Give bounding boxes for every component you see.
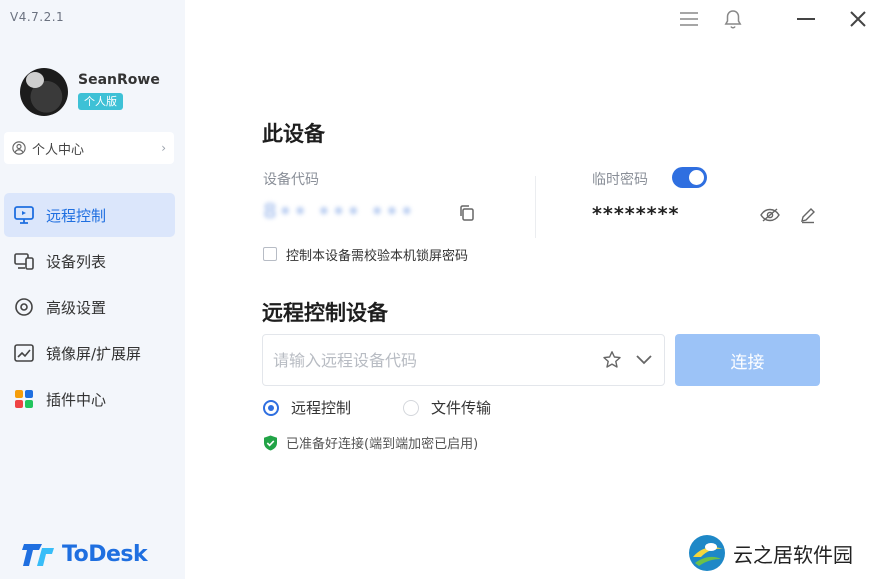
devices-icon — [12, 249, 36, 273]
brand-name: ToDesk — [62, 541, 148, 567]
star-icon — [603, 351, 621, 368]
sidebar-item-label: 镜像屏/扩展屏 — [46, 344, 142, 363]
sidebar-nav: 远程控制 设备列表 高级设置 镜像屏/扩展屏 插件中心 — [0, 193, 185, 423]
device-code-value: 8•• ••• ••• — [263, 199, 416, 223]
mode-file-radio[interactable] — [403, 400, 419, 416]
temp-password-toggle[interactable] — [672, 167, 707, 188]
todesk-window: V4.7.2.1 SeanRowe 个人版 个人中心 › 远程控制 设备列表 高… — [0, 0, 877, 579]
favorite-button[interactable] — [602, 350, 622, 370]
copy-icon — [460, 205, 474, 221]
todesk-logo: ToDesk — [22, 540, 148, 568]
shield-check-icon — [264, 435, 277, 450]
copy-code-button[interactable] — [457, 203, 477, 223]
personal-center-button[interactable]: 个人中心 › — [4, 132, 174, 164]
sidebar-item-label: 插件中心 — [46, 390, 107, 409]
sidebar: V4.7.2.1 SeanRowe 个人版 个人中心 › 远程控制 设备列表 高… — [0, 0, 185, 579]
lock-screen-checkbox[interactable] — [263, 247, 277, 261]
monitor-icon — [12, 203, 36, 227]
temp-password-value: ******** — [592, 203, 680, 225]
sidebar-item-remote-control[interactable]: 远程控制 — [4, 193, 175, 237]
pencil-icon — [801, 208, 815, 224]
user-circle-icon — [12, 141, 26, 155]
remote-code-input[interactable] — [263, 335, 593, 385]
chevron-right-icon: › — [161, 141, 166, 155]
connection-status-text: 已准备好连接(端到端加密已启用) — [286, 437, 479, 452]
vertical-divider — [535, 176, 536, 238]
show-password-button[interactable] — [760, 205, 780, 225]
sidebar-item-device-list[interactable]: 设备列表 — [4, 239, 175, 283]
this-device-title: 此设备 — [262, 122, 325, 146]
device-code-label: 设备代码 — [263, 172, 319, 188]
history-dropdown-button[interactable] — [634, 350, 654, 370]
remote-control-title: 远程控制设备 — [262, 301, 388, 325]
screen-mirror-icon — [12, 341, 36, 365]
sidebar-item-screen-mirror[interactable]: 镜像屏/扩展屏 — [4, 331, 175, 375]
watermark-text: 云之居软件园 — [733, 542, 853, 567]
connect-button[interactable]: 连接 — [675, 334, 820, 386]
mode-file-label: 文件传输 — [431, 399, 492, 417]
watermark-logo-icon — [689, 535, 725, 571]
sidebar-item-advanced-settings[interactable]: 高级设置 — [4, 285, 175, 329]
todesk-logo-icon — [22, 544, 54, 566]
eye-off-icon — [760, 208, 780, 222]
settings-icon — [12, 295, 36, 319]
lock-screen-checkbox-label: 控制本设备需校验本机锁屏密码 — [286, 249, 469, 264]
mode-remote-radio[interactable] — [263, 400, 279, 416]
plan-badge: 个人版 — [78, 93, 123, 110]
connection-status: 已准备好连接(端到端加密已启用) — [263, 433, 478, 452]
main-panel: 此设备 设备代码 8•• ••• ••• 临时密码 ******** 控制本设备… — [185, 0, 877, 579]
plugins-icon — [12, 387, 36, 411]
sidebar-item-label: 设备列表 — [46, 252, 107, 271]
remote-code-field — [262, 334, 665, 386]
temp-password-label: 临时密码 — [592, 172, 648, 188]
username: SeanRowe — [78, 72, 160, 88]
sidebar-item-label: 远程控制 — [46, 206, 107, 225]
sidebar-item-label: 高级设置 — [46, 298, 107, 317]
watermark: 云之居软件园 — [681, 527, 877, 579]
avatar[interactable] — [20, 68, 68, 116]
personal-center-label: 个人中心 — [32, 142, 85, 158]
chevron-down-icon — [636, 355, 652, 365]
app-version: V4.7.2.1 — [10, 10, 65, 24]
edit-password-button[interactable] — [798, 205, 818, 225]
mode-remote-label: 远程控制 — [291, 399, 352, 417]
sidebar-item-plugin-center[interactable]: 插件中心 — [4, 377, 175, 421]
